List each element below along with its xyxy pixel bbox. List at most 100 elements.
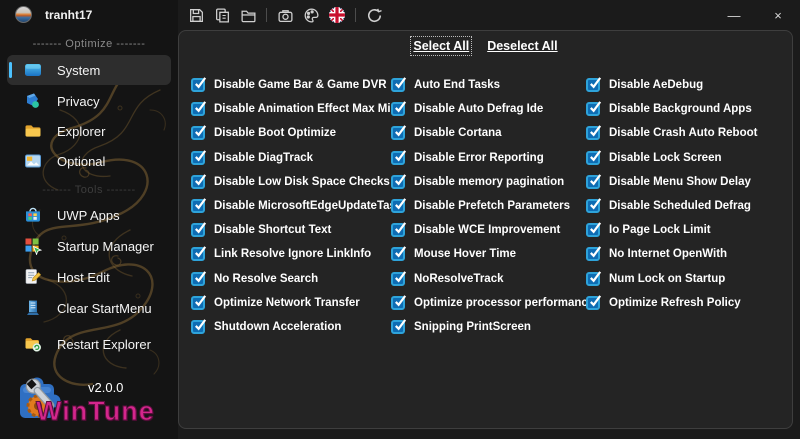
tweak-label: Disable Error Reporting [414, 151, 544, 164]
tweak-row[interactable]: Disable Scheduled Defrag [586, 194, 782, 218]
deselect-all-link[interactable]: Deselect All [487, 39, 557, 53]
sidebar-item-optional[interactable]: Optional [7, 146, 171, 176]
sidebar-item-system[interactable]: System [7, 55, 171, 85]
tweaks-column-1: Disable Game Bar & Game DVR Disable Anim… [191, 73, 402, 339]
checkbox-checked[interactable] [586, 174, 602, 189]
tweak-row[interactable]: Disable Game Bar & Game DVR [191, 73, 389, 97]
tweak-row[interactable]: Auto End Tasks [391, 73, 584, 97]
tweak-row[interactable]: Disable Error Reporting [391, 146, 584, 170]
sidebar-item-label: UWP Apps [57, 207, 120, 223]
checkbox-checked[interactable] [191, 222, 207, 238]
tweak-row[interactable]: Disable Shortcut Text [191, 218, 389, 242]
tweak-row[interactable]: NoResolveTrack [391, 267, 584, 291]
tweak-label: Disable Cortana [414, 127, 502, 140]
tweak-row[interactable]: Disable AeDebug [586, 73, 782, 97]
checkbox-checked[interactable] [191, 319, 207, 334]
checkbox-checked[interactable] [391, 319, 407, 334]
tweak-row[interactable]: Disable memory pagination [391, 170, 584, 194]
checkbox-checked[interactable] [391, 125, 407, 141]
tweaks-column-2: Auto End Tasks Disable Auto Defrag Ide D… [391, 73, 594, 339]
sidebar-item-privacy[interactable]: Privacy [7, 86, 171, 116]
tweak-row[interactable]: Io Page Lock Limit [586, 218, 782, 242]
tweak-row[interactable]: Disable Menu Show Delay [586, 170, 782, 194]
tweak-label: Disable Lock Screen [609, 151, 722, 164]
checkbox-checked[interactable] [191, 149, 207, 165]
checkbox-checked[interactable] [391, 174, 407, 189]
tweak-row[interactable]: No Internet OpenWith [586, 242, 782, 266]
select-all-link[interactable]: Select All [410, 36, 473, 56]
checkbox-checked[interactable] [586, 294, 602, 310]
sidebar-item-label: Startup Manager [57, 238, 154, 254]
checkbox-checked[interactable] [391, 270, 407, 286]
tweak-label: Disable AeDebug [609, 79, 704, 92]
start-menu-list-icon [24, 299, 42, 317]
sidebar-item-explorer[interactable]: Explorer [7, 116, 171, 146]
tweak-row[interactable]: Disable Background Apps [586, 97, 782, 121]
tweak-row[interactable]: Mouse Hover Time [391, 242, 584, 266]
tweak-row[interactable]: Num Lock on Startup [586, 267, 782, 291]
tweak-row[interactable]: Disable Boot Optimize [191, 121, 389, 145]
screenshot-camera-icon[interactable] [272, 2, 298, 28]
close-button[interactable]: × [756, 0, 800, 30]
panel-actions: Select All Deselect All [179, 36, 792, 56]
tweak-row[interactable]: Optimize Refresh Policy [586, 291, 782, 315]
checkbox-checked[interactable] [191, 101, 207, 117]
sidebar-item-clear-startmenu[interactable]: Clear StartMenu [7, 293, 171, 323]
tweak-row[interactable]: Disable Crash Auto Reboot [586, 121, 782, 145]
tweak-label: Disable Low Disk Space Checks [214, 175, 390, 188]
tweak-row[interactable]: Disable MicrosoftEdgeUpdateTask [191, 194, 402, 218]
sidebar-item-startup-manager[interactable]: Startup Manager [7, 231, 171, 261]
save-copy-icon[interactable] [209, 2, 235, 28]
sidebar-item-host-edit[interactable]: Host Edit [7, 262, 171, 292]
checkbox-checked[interactable] [586, 246, 602, 262]
tweak-row[interactable]: Disable Prefetch Parameters [391, 194, 584, 218]
tweak-row[interactable]: Snipping PrintScreen [391, 315, 584, 339]
selection-accent-bar [9, 62, 12, 78]
tweak-row[interactable]: Disable Cortana [391, 121, 584, 145]
minimize-button[interactable]: — [712, 0, 756, 30]
theme-palette-icon[interactable] [298, 2, 324, 28]
checkbox-checked[interactable] [391, 222, 407, 238]
checkbox-checked[interactable] [586, 198, 602, 214]
checkbox-checked[interactable] [191, 198, 207, 214]
sidebar-item-uwp-apps[interactable]: UWP Apps [7, 200, 171, 230]
tweak-row[interactable]: No Resolve Search [191, 267, 389, 291]
toolbar-separator [266, 8, 267, 22]
tweak-label: Auto End Tasks [414, 79, 501, 92]
tweak-row[interactable]: Disable Low Disk Space Checks [191, 170, 390, 194]
tweak-row[interactable]: Optimize processor performance [391, 291, 594, 315]
tweak-row[interactable]: Link Resolve Ignore LinkInfo [191, 242, 389, 266]
checkbox-checked[interactable] [391, 77, 407, 93]
checkbox-checked[interactable] [391, 246, 407, 262]
checkbox-checked[interactable] [586, 101, 602, 117]
checkbox-checked[interactable] [391, 294, 407, 310]
checkbox-checked[interactable] [586, 77, 602, 93]
checkbox-checked[interactable] [586, 149, 602, 165]
tweak-row[interactable]: Disable DiagTrack [191, 146, 389, 170]
checkbox-checked[interactable] [191, 270, 207, 286]
checkbox-checked[interactable] [586, 222, 602, 238]
tweak-row[interactable]: Optimize Network Transfer [191, 291, 389, 315]
tweak-row[interactable]: Disable Lock Screen [586, 146, 782, 170]
checkbox-checked[interactable] [191, 125, 207, 141]
sidebar-item-restart-explorer[interactable]: Restart Explorer [7, 329, 171, 359]
tweak-row[interactable]: Shutdown Acceleration [191, 315, 389, 339]
checkbox-checked[interactable] [586, 125, 602, 141]
checkbox-checked[interactable] [586, 270, 602, 286]
checkbox-checked[interactable] [391, 149, 407, 165]
open-folder-icon[interactable] [235, 2, 261, 28]
checkbox-checked[interactable] [391, 101, 407, 117]
tweak-row[interactable]: Disable Animation Effect Max Min [191, 97, 398, 121]
language-uk-flag-icon[interactable] [324, 2, 350, 28]
checkbox-checked[interactable] [391, 198, 407, 214]
tweak-row[interactable]: Disable Auto Defrag Ide [391, 97, 584, 121]
tweak-row[interactable]: Disable WCE Improvement [391, 218, 584, 242]
checkbox-checked[interactable] [191, 77, 207, 93]
save-icon[interactable] [183, 2, 209, 28]
checkbox-checked[interactable] [191, 294, 207, 310]
checkbox-checked[interactable] [191, 174, 207, 189]
tweak-label: Disable Prefetch Parameters [414, 200, 570, 213]
tweak-label: Disable Background Apps [609, 103, 752, 116]
checkbox-checked[interactable] [191, 246, 207, 262]
refresh-icon[interactable] [361, 2, 387, 28]
